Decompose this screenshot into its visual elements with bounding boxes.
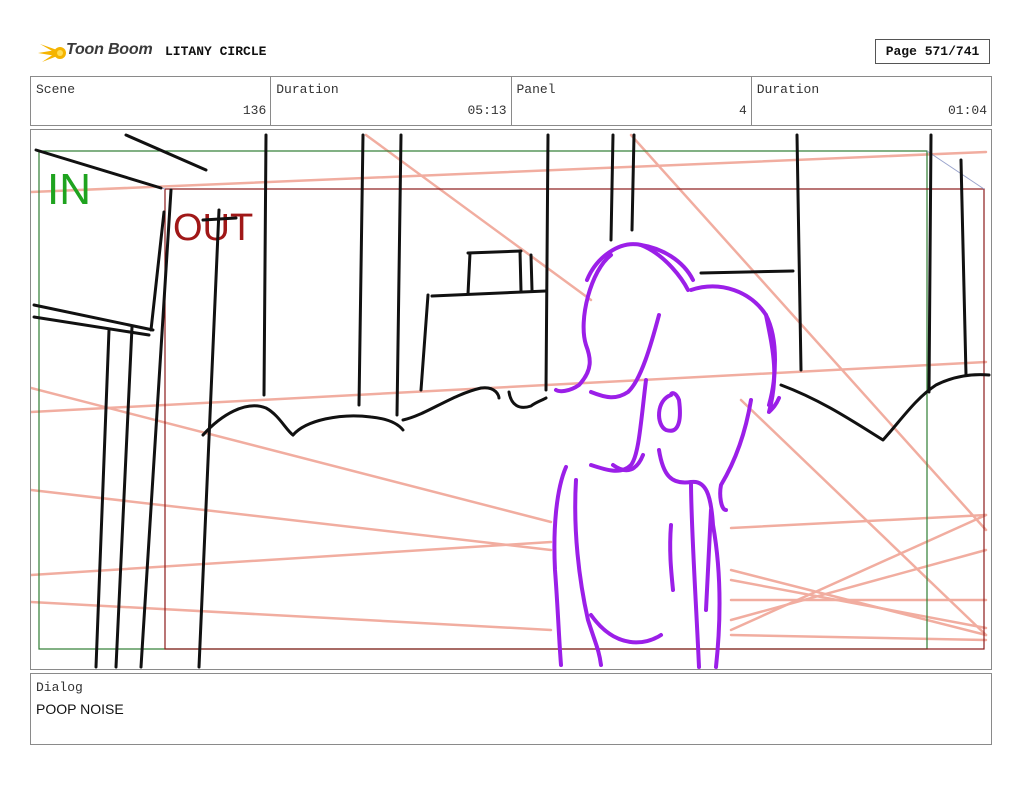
page-indicator: Page 571/741 [875,39,990,64]
dialog-text: POOP NOISE [36,701,124,717]
scene-value: 136 [242,103,267,118]
scene-duration-label: Duration [276,82,339,97]
panel-duration-value: 01:04 [947,103,987,118]
character-sketch [552,242,781,669]
dialog-label: Dialog [36,680,83,695]
panel-drawing: IN OUT [31,133,991,669]
scene-duration-value: 05:13 [467,103,507,118]
storyboard-panel: IN OUT [30,129,992,670]
dialog-box: Dialog POOP NOISE [30,673,992,745]
out-label: OUT [173,207,253,249]
panel-value: 4 [738,103,747,118]
panel-duration-cell: Duration 01:04 [752,77,991,125]
out-frame [164,188,985,650]
logo-text: Toon Boom [66,41,153,58]
project-title: LITANY CIRCLE [165,44,267,59]
in-label: IN [47,165,91,214]
scene-label: Scene [36,82,76,97]
scene-info-row: Scene 136 Duration 05:13 Panel 4 Duratio… [30,76,992,126]
panel-cell: Panel 4 [512,77,752,125]
panel-duration-label: Duration [756,82,820,97]
scene-duration-cell: Duration 05:13 [271,77,512,125]
panel-label: Panel [516,82,556,97]
scene-cell: Scene 136 [31,77,272,125]
